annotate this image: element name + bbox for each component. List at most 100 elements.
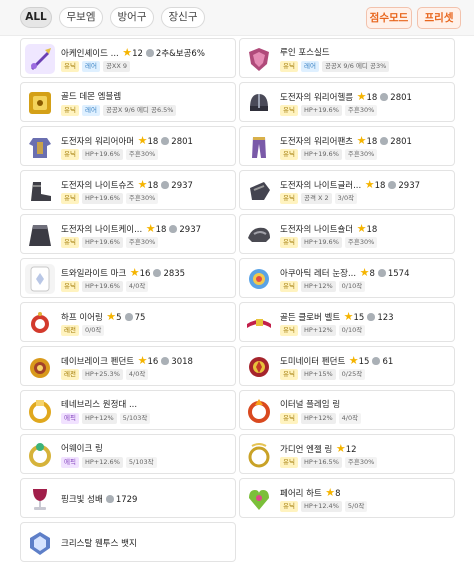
item-tag: 유닉 bbox=[280, 105, 298, 116]
item-tag: 0/0작 bbox=[81, 325, 105, 336]
item-card[interactable]: 크리스탈 웬투스 뱃지 bbox=[20, 522, 236, 562]
star-icon: ★ bbox=[118, 46, 133, 59]
item-card[interactable]: 이터널 플레임 링 유닉 HP+12% 4/0작 bbox=[239, 390, 455, 430]
eye-accessory-icon bbox=[244, 264, 274, 294]
potential-icon bbox=[380, 137, 389, 145]
tab-accessory[interactable]: 장신구 bbox=[161, 7, 205, 28]
item-tags: 유닉 공격 X 2 3/0작 bbox=[280, 193, 360, 204]
star-force-value: 12 bbox=[345, 445, 357, 455]
item-tag: 레어 bbox=[300, 61, 319, 72]
item-card[interactable]: 루인 포스실드 유닉 레어 공공X 9/6 에디 공3% bbox=[239, 38, 455, 78]
star-force-value: 18 bbox=[366, 137, 378, 147]
star-force-value: 12 bbox=[132, 49, 143, 59]
item-card[interactable]: 테네브리스 원정대 ... 에픽 HP+12% 5/103작 bbox=[20, 390, 236, 430]
score-mode-button[interactable]: 점수모드 bbox=[366, 7, 412, 29]
item-tags: 에픽 HP+12% 5/103작 bbox=[61, 413, 153, 424]
item-tags: 레전 HP+25.3% 4/0작 bbox=[61, 369, 151, 380]
potential-icon bbox=[367, 313, 376, 321]
item-card[interactable]: 골든 클로버 벨트 ★15 123 유닉 HP+12% 0/10작 bbox=[239, 302, 455, 342]
item-name: 아쿠아틱 레터 눈장... ★8 1574 bbox=[280, 266, 410, 279]
item-name-text: 트와일라이트 마크 bbox=[61, 269, 127, 279]
pants-icon bbox=[244, 132, 274, 162]
potential-value: 75 bbox=[134, 313, 146, 323]
item-tag: 유닉 bbox=[280, 281, 298, 292]
item-card[interactable]: 아케인셰이드 ... ★12 2추&보공6% 유닉 레어 공XX 9 bbox=[20, 38, 236, 78]
item-tag: 레어 bbox=[81, 105, 100, 116]
tab-armor[interactable]: 방어구 bbox=[110, 7, 154, 28]
item-name: 핑크빛 성배 1729 bbox=[61, 493, 137, 505]
item-name-text: 골드 데몬 엠블렘 bbox=[61, 92, 122, 102]
item-tag: 유닉 bbox=[61, 237, 79, 248]
item-name-text: 아케인셰이드 ... bbox=[61, 49, 119, 59]
item-tag: 레전 bbox=[61, 369, 79, 380]
item-card[interactable]: 도전자의 워리어팬츠 ★18 2801 유닉 HP+19.6% 주흔30% bbox=[239, 126, 455, 166]
item-tags: 유닉 HP+19.6% 주흔30% bbox=[280, 105, 380, 116]
item-card[interactable]: 하프 이어링 ★5 75 레전 0/0작 bbox=[20, 302, 236, 342]
item-tag: 주흔30% bbox=[344, 237, 378, 248]
item-tags: 유닉 HP+19.6% 주흔30% bbox=[280, 237, 380, 248]
item-tag: 유닉 bbox=[61, 149, 79, 160]
item-tag: 5/0작 bbox=[344, 501, 368, 512]
item-name-text: 핑크빛 성배 bbox=[61, 495, 103, 505]
item-card[interactable]: 도전자의 워리어아머 ★18 2801 유닉 HP+19.6% 주흔30% bbox=[20, 126, 236, 166]
item-tag: 에픽 bbox=[61, 413, 79, 424]
item-tags: 유닉 HP+19.6% 주흔30% bbox=[61, 193, 161, 204]
earring-icon bbox=[25, 308, 55, 338]
star-icon: ★ bbox=[361, 178, 375, 191]
star-icon: ★ bbox=[142, 222, 156, 235]
potential-value: 2801 bbox=[390, 137, 412, 147]
item-tag: 유닉 bbox=[61, 61, 79, 72]
item-card[interactable]: 골드 데몬 엠블렘 유닉 레어 공공X 9/6 에디 공6.5% bbox=[20, 82, 236, 122]
item-card[interactable]: 핑크빛 성배 1729 bbox=[20, 478, 236, 518]
star-icon: ★ bbox=[340, 310, 354, 323]
item-tag: 4/0작 bbox=[125, 369, 149, 380]
potential-value: 1729 bbox=[115, 495, 138, 505]
tab-weapon[interactable]: 무보엠 bbox=[59, 7, 103, 28]
potential-icon bbox=[105, 495, 114, 503]
item-tag: 0/10작 bbox=[338, 281, 366, 292]
chalice-icon bbox=[25, 484, 55, 514]
tab-all[interactable]: ALL bbox=[20, 7, 52, 28]
item-tag: 레어 bbox=[81, 61, 100, 72]
item-card[interactable]: 트와일라이트 마크 ★16 2835 유닉 HP+19.6% 4/0작 bbox=[20, 258, 236, 298]
star-force-value: 15 bbox=[358, 357, 370, 367]
item-card[interactable]: 도미네이터 펜던트 ★15 61 유닉 HP+15% 0/25작 bbox=[239, 346, 455, 386]
shoulder-icon bbox=[244, 220, 274, 250]
item-name: 도전자의 나이트글러... ★18 2937 bbox=[280, 178, 420, 191]
item-card[interactable]: 도전자의 나이트슈즈 ★18 2937 유닉 HP+19.6% 주흔30% bbox=[20, 170, 236, 210]
item-name-text: 하프 이어링 bbox=[61, 313, 103, 323]
item-name-text: 루인 포스실드 bbox=[280, 48, 330, 58]
item-tag: 4/0작 bbox=[125, 281, 149, 292]
item-tag: 유닉 bbox=[280, 457, 298, 468]
potential-value: 2937 bbox=[398, 181, 421, 191]
item-card[interactable]: 데이브레이크 펜던트 ★16 3018 레전 HP+25.3% 4/0작 bbox=[20, 346, 236, 386]
item-card[interactable]: 도전자의 워리어헬름 ★18 2801 유닉 HP+19.6% 주흔30% bbox=[239, 82, 455, 122]
potential-value: 3018 bbox=[171, 357, 193, 367]
item-card[interactable]: 도전자의 나이트케이... ★18 2937 유닉 HP+19.6% 주흔30% bbox=[20, 214, 236, 254]
item-tag: HP+19.6% bbox=[81, 237, 123, 248]
item-card[interactable]: 도전자의 나이트숄더 ★18 유닉 HP+19.6% 주흔30% bbox=[239, 214, 455, 254]
preset-button[interactable]: 프리셋 bbox=[417, 7, 461, 29]
item-name-text: 도전자의 나이트슈즈 bbox=[61, 181, 135, 191]
emblem-icon bbox=[25, 88, 55, 118]
item-card[interactable]: 페어리 하트 ★8 유닉 HP+12.4% 5/0작 bbox=[239, 478, 455, 518]
item-tag: 유닉 bbox=[61, 281, 79, 292]
star-icon: ★ bbox=[353, 222, 367, 235]
item-tag: 레전 bbox=[61, 325, 79, 336]
item-tag: 유닉 bbox=[280, 325, 298, 336]
potential-icon bbox=[377, 269, 386, 277]
item-tag: HP+12% bbox=[300, 325, 336, 336]
item-tags: 유닉 HP+16.5% 주흔30% bbox=[280, 457, 380, 468]
item-tag: HP+12% bbox=[81, 413, 117, 424]
star-force-value: 15 bbox=[353, 313, 365, 323]
star-icon: ★ bbox=[332, 442, 346, 455]
item-name: 아케인셰이드 ... ★12 2추&보공6% bbox=[61, 46, 205, 59]
badge-crystal-icon bbox=[25, 528, 55, 558]
item-tags: 에픽 HP+12.6% 5/103작 bbox=[61, 457, 160, 468]
item-card[interactable]: 아쿠아틱 레터 눈장... ★8 1574 유닉 HP+12% 0/10작 bbox=[239, 258, 455, 298]
item-card[interactable]: 가디언 엔젤 링 ★12 유닉 HP+16.5% 주흔30% bbox=[239, 434, 455, 474]
potential-value: 2937 bbox=[171, 181, 193, 191]
item-card[interactable]: 도전자의 나이트글러... ★18 2937 유닉 공격 X 2 3/0작 bbox=[239, 170, 455, 210]
item-name-text: 어웨이크 링 bbox=[61, 444, 103, 454]
item-card[interactable]: 어웨이크 링에픽 HP+12.6% 5/103작 bbox=[20, 434, 236, 474]
